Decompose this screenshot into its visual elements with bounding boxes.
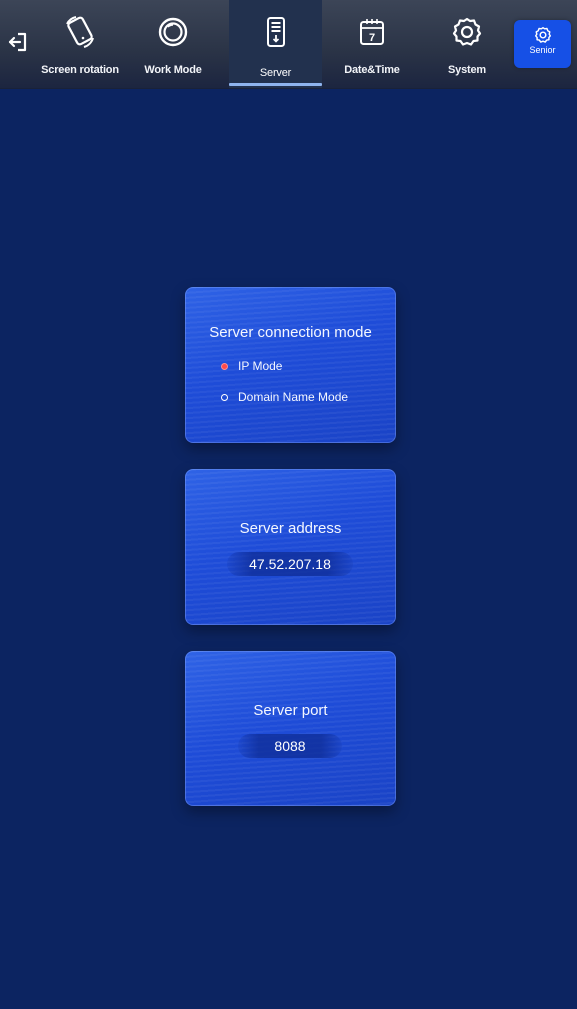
tab-label: System [448, 64, 486, 76]
radio-button-selected[interactable] [221, 362, 228, 370]
radio-button[interactable] [221, 393, 228, 401]
tab-work-mode[interactable]: Work Mode [144, 0, 202, 88]
work-mode-icon [158, 17, 188, 47]
tab-label: Screen rotation [41, 64, 119, 76]
radio-domain-name-mode[interactable]: Domain Name Mode [221, 390, 348, 404]
server-icon [266, 17, 285, 47]
connection-mode-card: Server connection mode IP Mode Domain Na… [185, 287, 396, 443]
server-port-title: Server port [253, 702, 328, 719]
tab-label: Work Mode [144, 64, 202, 76]
tab-label: Date&Time [344, 64, 400, 76]
radio-ip-mode[interactable]: IP Mode [221, 359, 282, 373]
radio-label: Domain Name Mode [238, 390, 349, 404]
server-address-card: Server address 47.52.207.18 [185, 469, 396, 625]
connection-mode-title: Server connection mode [209, 324, 372, 341]
active-tab-indicator [229, 83, 322, 86]
senior-label: Senior [529, 45, 556, 55]
gear-icon [534, 26, 551, 43]
tab-server[interactable]: Server [229, 0, 322, 88]
server-port-card: Server port 8088 [185, 651, 396, 806]
radio-label: IP Mode [238, 359, 283, 373]
calendar-icon: 7 [360, 19, 384, 45]
top-navigation-bar: Screen rotation Work Mode Server 7 Date&… [0, 0, 577, 89]
tab-date-time[interactable]: 7 Date&Time [340, 0, 404, 88]
back-button[interactable] [4, 26, 32, 58]
tab-screen-rotation[interactable]: Screen rotation [40, 0, 120, 88]
rotation-icon [66, 16, 94, 48]
tab-system[interactable]: System [441, 0, 493, 88]
calendar-day: 7 [369, 32, 375, 44]
tab-label: Server [259, 67, 292, 79]
exit-icon [8, 32, 27, 52]
server-address-field[interactable]: 47.52.207.18 [227, 552, 353, 576]
server-address-title: Server address [239, 520, 342, 537]
senior-button[interactable]: Senior [514, 20, 571, 68]
server-port-field[interactable]: 8088 [238, 734, 342, 758]
gear-icon [452, 17, 482, 46]
